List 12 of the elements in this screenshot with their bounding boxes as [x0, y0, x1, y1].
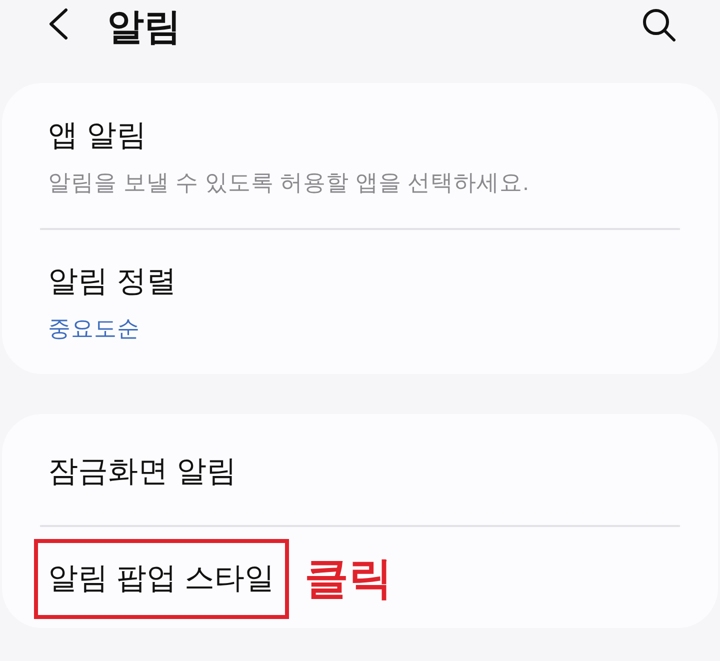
setting-title[interactable]: 알림 팝업 스타일	[48, 559, 275, 599]
search-icon	[642, 8, 676, 42]
callout-label: 클릭	[304, 554, 393, 604]
setting-title[interactable]: 알림 정렬	[48, 262, 176, 302]
page-title: 알림	[107, 5, 182, 49]
back-icon	[48, 8, 68, 40]
setting-value: 중요도순	[48, 315, 140, 343]
search-button[interactable]	[642, 8, 676, 42]
setting-description: 알림을 보낼 수 있도록 허용할 앱을 선택하세요.	[48, 169, 529, 197]
setting-title[interactable]: 잠금화면 알림	[48, 452, 236, 492]
setting-title[interactable]: 앱 알림	[48, 116, 146, 156]
back-button[interactable]	[48, 8, 68, 40]
